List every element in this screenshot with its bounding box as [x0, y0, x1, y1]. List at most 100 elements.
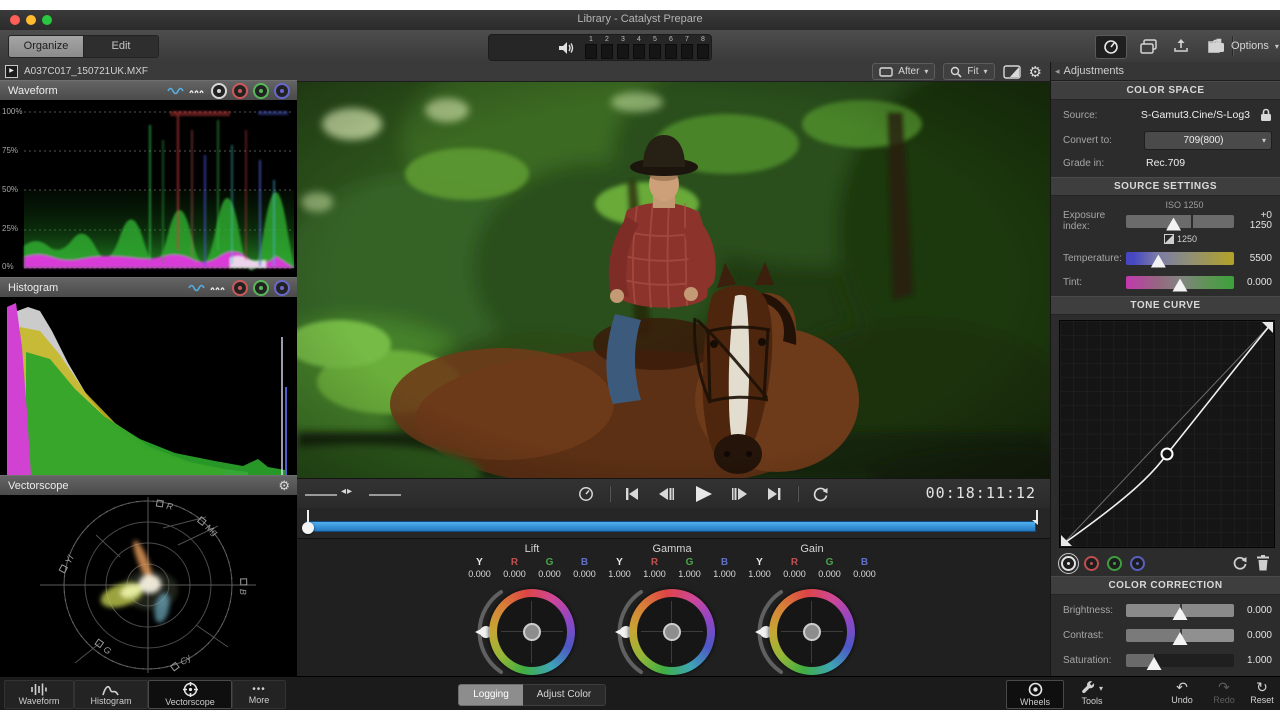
brightness-slider[interactable]: [1126, 604, 1234, 617]
saturation-slider-thumb[interactable]: [1147, 657, 1162, 670]
overlay-mode-icon[interactable]: [167, 86, 184, 96]
exposure-slider-thumb[interactable]: [1166, 218, 1181, 231]
source-settings-section-header: SOURCE SETTINGS: [1051, 177, 1280, 196]
contrast-slider[interactable]: [1126, 629, 1234, 642]
tab-edit[interactable]: Edit: [83, 36, 158, 57]
gain-color-wheel[interactable]: [769, 589, 855, 675]
shuttle-control[interactable]: ◂▸: [305, 492, 401, 498]
channel-label-r: R: [640, 557, 670, 569]
vectorscope-scope-button[interactable]: Vectorscope: [148, 680, 232, 709]
gain-b-value: 0.000: [850, 569, 880, 581]
redo-button-label: Redo: [1213, 695, 1235, 705]
wheels-button[interactable]: Wheels: [1006, 680, 1064, 709]
compare-value: After: [898, 66, 919, 77]
gamma-wheel-knob[interactable]: [663, 623, 681, 641]
curve-red-channel-toggle[interactable]: [1084, 556, 1099, 571]
zoom-selector[interactable]: Fit ▾: [943, 63, 994, 80]
loop-button[interactable]: [807, 483, 833, 505]
histogram-scope-button[interactable]: Histogram: [74, 680, 148, 709]
exposure-badge-row: 1250: [1051, 231, 1280, 246]
contrast-slider-thumb[interactable]: [1173, 632, 1188, 645]
waveform-icon: [30, 683, 48, 696]
library-button[interactable]: [1133, 35, 1163, 57]
brightness-row: Brightness: 0.000: [1051, 598, 1280, 623]
saturation-slider[interactable]: [1126, 654, 1234, 667]
curve-delete-trash-icon[interactable]: [1256, 555, 1270, 571]
play-button[interactable]: [687, 483, 719, 505]
exposure-index-slider[interactable]: [1126, 215, 1234, 228]
compare-selector[interactable]: After ▾: [872, 63, 935, 80]
convert-to-dropdown[interactable]: 709(800) ▾: [1144, 131, 1272, 150]
curve-blue-channel-toggle[interactable]: [1130, 556, 1145, 571]
blue-channel-toggle[interactable]: [274, 83, 290, 99]
lift-y-value: 0.000: [465, 569, 495, 581]
clip-row[interactable]: ▶ A037C017_150721UK.MXF: [0, 62, 297, 81]
adjustments-header: ◂ Adjustments: [1051, 62, 1280, 81]
speaker-icon[interactable]: [557, 40, 575, 56]
letterbox-top: [0, 0, 1280, 10]
overlay-mode-icon[interactable]: [188, 283, 205, 293]
collapse-panel-icon[interactable]: ◂: [1055, 66, 1060, 77]
brightness-slider-thumb[interactable]: [1173, 607, 1188, 620]
curve-luma-channel-toggle[interactable]: [1061, 556, 1076, 571]
clip-name: A037C017_150721UK.MXF: [24, 66, 148, 77]
parade-mode-icon[interactable]: [210, 283, 227, 293]
parade-mode-icon[interactable]: [189, 86, 206, 96]
channel-label-g: G: [815, 557, 845, 569]
main-toolbar: Organize Edit 1 2 3 4 5 6 7 8: [0, 30, 1280, 63]
play-speed-button[interactable]: [573, 483, 599, 505]
options-label: Options: [1231, 40, 1269, 52]
curve-reset-icon[interactable]: [1232, 555, 1248, 571]
grade-in-label: Grade in:: [1063, 158, 1146, 169]
green-channel-toggle[interactable]: [253, 280, 269, 296]
go-to-end-button[interactable]: [761, 483, 787, 505]
red-channel-toggle[interactable]: [232, 280, 248, 296]
magnifier-icon: [950, 66, 962, 78]
adjust-color-mode-toggle[interactable]: Adjust Color: [523, 684, 606, 706]
red-channel-toggle[interactable]: [232, 83, 248, 99]
upload-button[interactable]: [1166, 35, 1196, 57]
shuttle-handle[interactable]: ◂▸: [341, 486, 353, 497]
temperature-slider-thumb[interactable]: [1151, 255, 1166, 268]
reset-button[interactable]: ↻ Reset: [1242, 681, 1280, 705]
logging-mode-toggle[interactable]: Logging: [458, 684, 524, 706]
lift-color-wheel[interactable]: [489, 589, 575, 675]
green-channel-toggle[interactable]: [253, 83, 269, 99]
redo-button[interactable]: ↷ Redo: [1204, 681, 1244, 705]
step-forward-button[interactable]: [727, 483, 753, 505]
dots-icon: •••: [252, 685, 266, 695]
luma-channel-toggle[interactable]: [211, 83, 227, 99]
options-button[interactable]: Options ▾: [1208, 35, 1279, 57]
tools-button[interactable]: ▾ Tools: [1066, 681, 1118, 706]
go-to-start-button[interactable]: [619, 483, 645, 505]
temperature-slider[interactable]: [1126, 252, 1234, 265]
gamma-color-wheel[interactable]: [629, 589, 715, 675]
playhead[interactable]: [302, 510, 314, 536]
inspector-toggle-button[interactable]: [1095, 35, 1127, 59]
catalyst-prepare-window: Library - Catalyst Prepare Organize Edit…: [0, 0, 1280, 720]
vectorscope-settings-gear-icon[interactable]: ⚙: [278, 478, 290, 494]
tint-slider[interactable]: [1126, 276, 1234, 289]
undo-button[interactable]: ↶ Undo: [1162, 681, 1202, 705]
split-view-icon[interactable]: [1003, 65, 1021, 79]
video-preview[interactable]: [297, 82, 1050, 478]
timeline-track[interactable]: [305, 521, 1036, 532]
gamma-y-value: 1.000: [605, 569, 635, 581]
audio-meter-2: 2: [601, 36, 613, 59]
tint-slider-thumb[interactable]: [1173, 279, 1188, 292]
lift-wheel-knob[interactable]: [523, 623, 541, 641]
out-point-marker[interactable]: [1030, 510, 1038, 524]
viewer-settings-gear-icon[interactable]: ⚙: [1029, 63, 1042, 81]
tab-organize[interactable]: Organize: [9, 36, 83, 57]
tone-curve-editor[interactable]: [1059, 320, 1275, 548]
timeline[interactable]: [297, 508, 1050, 538]
waveform-scope-button[interactable]: Waveform: [4, 680, 74, 709]
blue-channel-toggle[interactable]: [274, 280, 290, 296]
curve-green-channel-toggle[interactable]: [1107, 556, 1122, 571]
gain-wheel-knob[interactable]: [803, 623, 821, 641]
step-back-button[interactable]: [653, 483, 679, 505]
more-scopes-button[interactable]: ••• More: [232, 680, 286, 709]
undo-button-label: Undo: [1171, 695, 1193, 705]
waveform-tick-100: 100%: [2, 107, 22, 116]
curve-control-point[interactable]: [1162, 449, 1173, 460]
